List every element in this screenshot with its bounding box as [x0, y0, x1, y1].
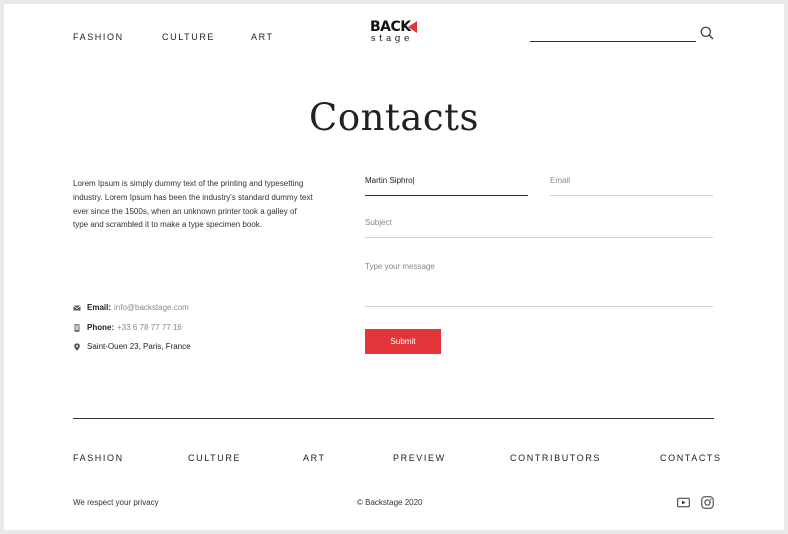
subject-field[interactable]: Subject	[365, 214, 713, 238]
page-frame: FASHION CULTURE ART BACK stage Contacts …	[4, 4, 784, 530]
nav-fashion[interactable]: FASHION	[73, 32, 124, 42]
contact-email: Email: info@backstage.com	[73, 303, 189, 312]
phone-value[interactable]: +33 6 78 77 77 16	[117, 323, 182, 332]
footer-nav-fashion[interactable]: FASHION	[73, 453, 124, 463]
email-label: Email:	[87, 303, 112, 312]
message-field-placeholder: Type your message	[365, 262, 435, 271]
message-field-underline	[365, 306, 713, 307]
name-field-underline	[365, 194, 528, 196]
subject-field-placeholder: Subject	[365, 218, 392, 227]
address-text: Saint-Ouen 23, Paris, France	[87, 342, 191, 351]
logo-wordmark-top: BACK	[370, 19, 411, 35]
email-field-placeholder: Email	[550, 176, 571, 185]
name-field-value: Martin Siphro|	[365, 176, 415, 185]
nav-art[interactable]: ART	[251, 32, 274, 42]
email-field[interactable]: Email	[550, 172, 713, 196]
footer-nav-preview[interactable]: PREVIEW	[393, 453, 446, 463]
submit-button[interactable]: Submit	[365, 329, 441, 354]
copyright: © Backstage 2020	[357, 498, 423, 507]
contact-phone: Phone: +33 6 78 77 77 16	[73, 323, 182, 332]
subject-field-underline	[365, 237, 713, 238]
nav-culture[interactable]: CULTURE	[162, 32, 215, 42]
message-field[interactable]: Type your message	[365, 258, 713, 307]
phone-icon	[74, 323, 80, 332]
page-description: Lorem Ipsum is simply dummy text of the …	[73, 179, 313, 230]
location-pin-icon	[74, 342, 80, 351]
footer-nav-art[interactable]: ART	[303, 453, 326, 463]
footer-divider	[73, 418, 714, 419]
footer-nav-contacts[interactable]: CONTACTS	[660, 453, 722, 463]
email-value[interactable]: info@backstage.com	[114, 303, 189, 312]
email-field-underline	[550, 195, 713, 196]
instagram-icon[interactable]	[701, 496, 714, 509]
phone-label: Phone:	[87, 323, 115, 332]
footer-nav-culture[interactable]: CULTURE	[188, 453, 241, 463]
search-icon[interactable]	[700, 26, 714, 40]
name-field[interactable]: Martin Siphro|	[365, 172, 528, 196]
search-input[interactable]	[530, 41, 696, 42]
mail-icon	[73, 304, 81, 310]
youtube-icon[interactable]	[677, 496, 690, 509]
logo-arrow-icon	[408, 21, 417, 33]
contact-address: Saint-Ouen 23, Paris, France	[73, 342, 191, 351]
logo-wordmark-bottom: stage	[371, 34, 413, 44]
page-title: Contacts	[309, 96, 479, 139]
footer-nav-contributors[interactable]: CONTRIBUTORS	[510, 453, 601, 463]
privacy-link[interactable]: We respect your privacy	[73, 498, 159, 507]
logo[interactable]: BACK stage	[370, 19, 420, 49]
